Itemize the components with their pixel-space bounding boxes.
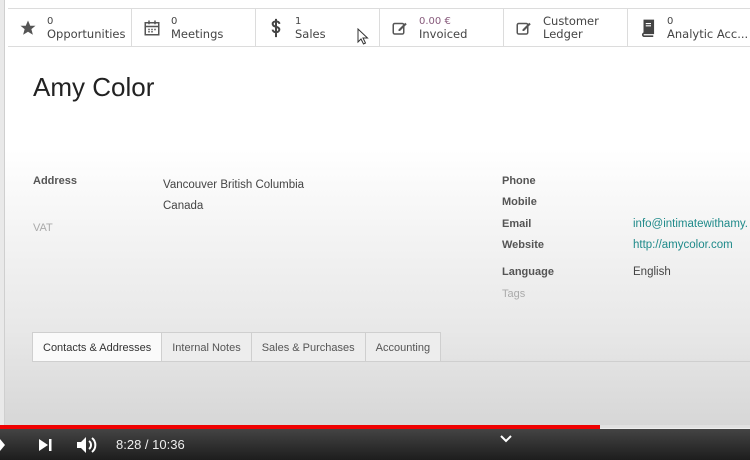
- mobile-label: Mobile: [502, 196, 537, 208]
- opportunities-label: Opportunities: [47, 26, 126, 41]
- customer-ledger-label-line1: Customer: [543, 13, 599, 28]
- tab-contacts-addresses[interactable]: Contacts & Addresses: [32, 332, 163, 362]
- partner-name: Amy Color: [33, 72, 155, 102]
- star-icon: [18, 18, 38, 38]
- chevron-down-icon[interactable]: [500, 435, 512, 443]
- tags-label: Tags: [502, 288, 526, 300]
- website-link[interactable]: http://amycolor.com: [633, 239, 733, 251]
- language-label: Language: [502, 266, 554, 278]
- dollar-icon: [266, 18, 286, 38]
- analytic-accounts-label: Analytic Acc...: [667, 26, 749, 41]
- address-city-state[interactable]: Vancouver British Columbia: [163, 179, 304, 191]
- invoiced-amount: 0.00 €: [419, 15, 451, 27]
- mouse-cursor-icon: [357, 27, 369, 49]
- analytic-accounts-count: 0: [667, 15, 674, 27]
- video-time: 8:28 / 10:36: [116, 437, 185, 452]
- video-controls: 8:28 / 10:36: [0, 429, 750, 460]
- calendar-icon: [142, 18, 162, 38]
- vat-label: VAT: [33, 222, 53, 234]
- email-link[interactable]: info@intimatewithamy.: [633, 218, 748, 230]
- volume-icon[interactable]: [76, 436, 100, 454]
- tab-internal-notes[interactable]: Internal Notes: [161, 332, 252, 362]
- customer-ledger-button[interactable]: Customer Ledger: [504, 9, 628, 46]
- meetings-button[interactable]: 0 Meetings: [132, 9, 256, 46]
- book-icon: [638, 18, 658, 38]
- address-country[interactable]: Canada: [163, 200, 203, 212]
- meetings-label: Meetings: [171, 26, 224, 41]
- customer-ledger-label-line2: Ledger: [543, 26, 583, 41]
- sales-count: 1: [295, 15, 302, 27]
- edit-icon: [514, 18, 534, 38]
- invoiced-label: Invoiced: [419, 26, 468, 41]
- play-icon[interactable]: [0, 439, 5, 451]
- notebook-tabs: Contacts & Addresses Internal Notes Sale…: [32, 332, 442, 362]
- analytic-accounts-button[interactable]: 0 Analytic Acc...: [628, 9, 750, 46]
- phone-label: Phone: [502, 175, 536, 187]
- sales-button[interactable]: 1 Sales: [256, 9, 380, 46]
- smart-button-bar: 0 Opportunities 0 Meetings 1 Sales 0.00 …: [8, 8, 750, 47]
- opportunities-count: 0: [47, 15, 54, 27]
- language-value[interactable]: English: [633, 266, 671, 278]
- tab-divider: [32, 361, 750, 362]
- tab-accounting[interactable]: Accounting: [364, 332, 442, 362]
- meetings-count: 0: [171, 15, 178, 27]
- form-view: [4, 0, 750, 428]
- website-label: Website: [502, 239, 544, 251]
- address-label: Address: [33, 175, 78, 187]
- email-label: Email: [502, 218, 532, 230]
- tab-sales-purchases[interactable]: Sales & Purchases: [250, 332, 366, 362]
- opportunities-button[interactable]: 0 Opportunities: [8, 9, 132, 46]
- sales-label: Sales: [295, 26, 326, 41]
- next-icon[interactable]: [37, 437, 53, 453]
- edit-icon: [390, 18, 410, 38]
- invoiced-button[interactable]: 0.00 € Invoiced: [380, 9, 504, 46]
